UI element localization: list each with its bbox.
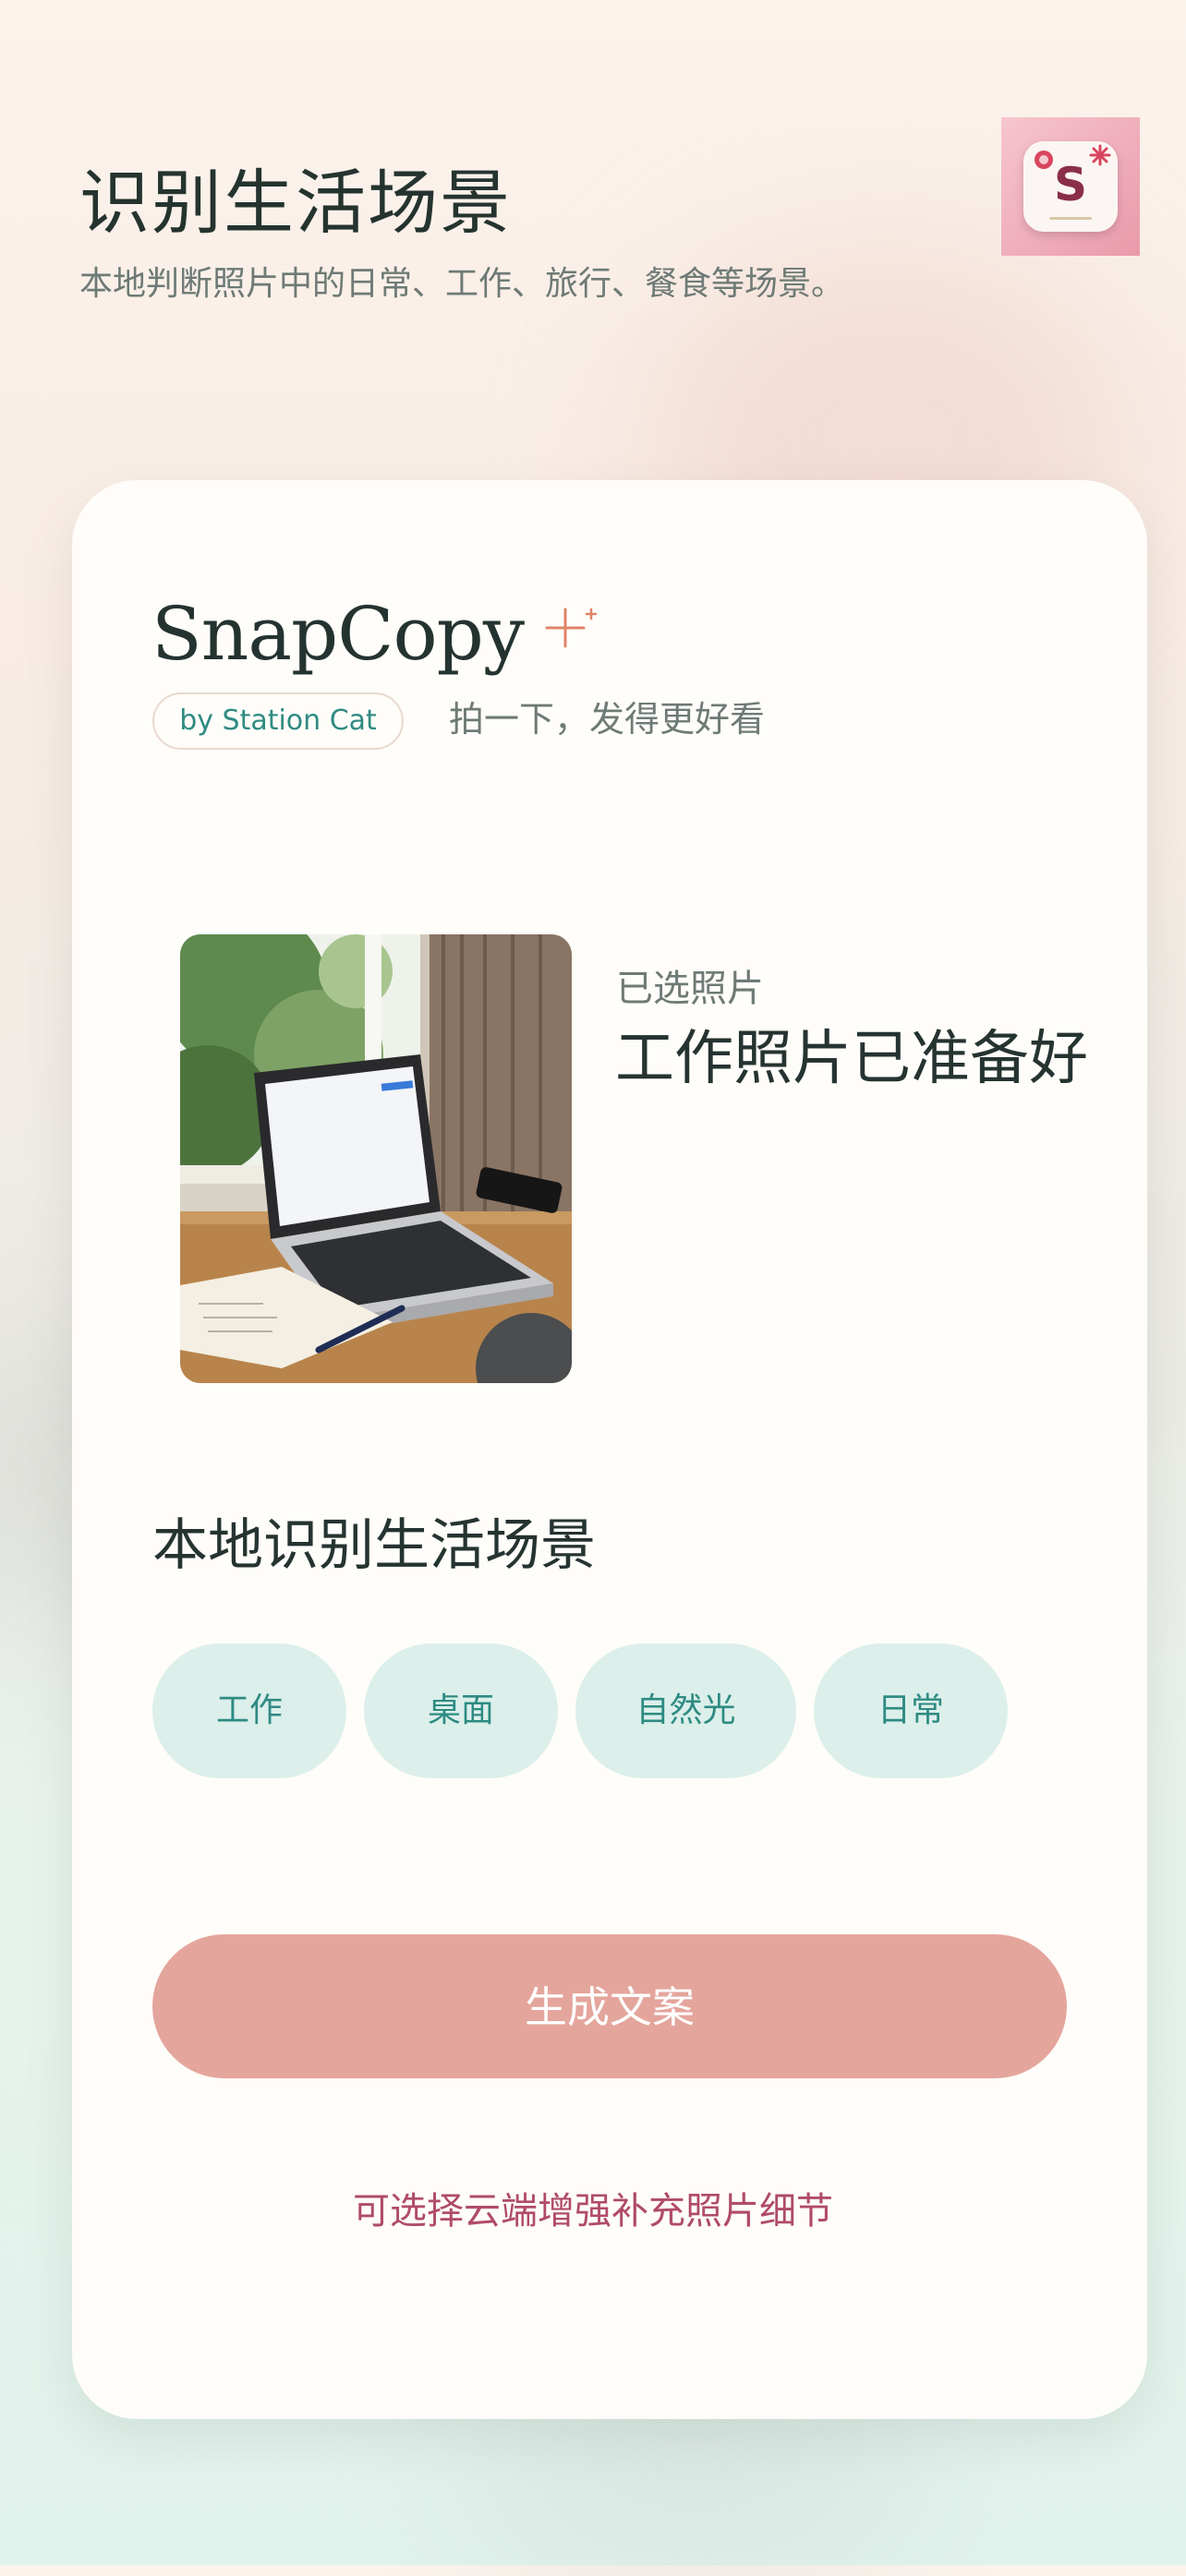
- tagline: 拍一下，发得更好看: [449, 699, 766, 740]
- app-icon-underline: [1049, 217, 1092, 220]
- scene-tag-natural-light[interactable]: 自然光: [575, 1643, 796, 1778]
- scene-section-title: 本地识别生活场景: [152, 1513, 596, 1578]
- generate-copy-button[interactable]: 生成文案: [152, 1934, 1067, 2078]
- app-icon[interactable]: S: [1001, 117, 1140, 256]
- main-card: [72, 480, 1147, 2419]
- selected-photo-label: 已选照片: [616, 968, 764, 1010]
- brand-logo: SnapCopy: [151, 591, 525, 677]
- photo-image: [180, 934, 572, 1383]
- selected-photo[interactable]: [180, 934, 572, 1383]
- page-title: 识别生活场景: [79, 162, 512, 244]
- sparkle-icon: [545, 608, 598, 648]
- cloud-enhance-link[interactable]: 可选择云端增强补充照片细节: [0, 2181, 1186, 2234]
- app-icon-letter: S: [1053, 158, 1087, 211]
- scene-tag-daily[interactable]: 日常: [814, 1643, 1008, 1778]
- app-icon-tile: S: [1023, 141, 1118, 232]
- scene-tag-desk[interactable]: 桌面: [364, 1643, 558, 1778]
- page-subtitle: 本地判断照片中的日常、工作、旅行、餐食等场景。: [79, 265, 845, 303]
- scene-tag-work[interactable]: 工作: [152, 1643, 346, 1778]
- byline-badge: by Station Cat: [152, 692, 404, 750]
- selected-photo-title: 工作照片已准备好: [615, 1025, 1088, 1093]
